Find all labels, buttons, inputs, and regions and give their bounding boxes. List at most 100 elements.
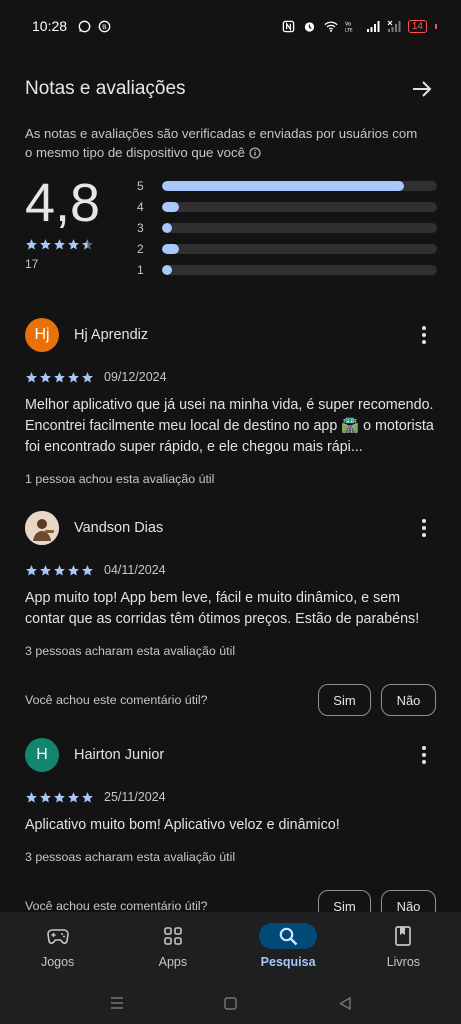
nav-label: Livros — [386, 955, 421, 969]
nav-item-jogos[interactable]: Jogos — [0, 912, 115, 982]
more-options-button[interactable] — [412, 516, 436, 540]
rating-bar-track — [162, 264, 437, 275]
helpful-feedback: Você achou este comentário útil? Sim Não — [25, 684, 436, 716]
review-card: Vandson Dias 04/11/2024 App muito top! App… — [25, 511, 436, 716]
rating-bar-label: 2 — [137, 241, 144, 256]
review-card: Hj Hj Aprendiz 09/12/2024 Melhor aplicativo… — [25, 318, 436, 486]
star-icon — [54, 564, 65, 576]
rating-bar-fill — [162, 222, 172, 233]
rating-bar-track — [162, 201, 437, 212]
star-icon — [82, 791, 93, 803]
review-meta: 09/12/2024 — [25, 369, 436, 385]
star-icon — [82, 371, 93, 383]
more-options-button[interactable] — [412, 323, 436, 347]
helpful-no-button[interactable]: Não — [381, 684, 436, 716]
profile-photo-icon — [25, 511, 59, 545]
rating-bar-row: 2 — [137, 238, 437, 259]
star-icon — [26, 564, 37, 576]
star-icon — [54, 791, 65, 803]
review-date: 04/11/2024 — [104, 563, 166, 577]
square-home-icon — [224, 996, 237, 1010]
whatsapp-business-icon: B — [97, 19, 111, 33]
star-icon — [54, 239, 65, 250]
rating-bar-label: 5 — [137, 178, 144, 193]
avatar-initials: H — [36, 746, 48, 763]
nav-label: Pesquisa — [260, 955, 316, 969]
ratings-header: Notas e avaliações — [25, 72, 436, 106]
recents-button[interactable] — [108, 994, 126, 1012]
review-stars — [25, 564, 94, 577]
see-all-arrow-button[interactable] — [408, 75, 436, 103]
bookmark-book-icon — [374, 923, 432, 949]
star-icon — [68, 371, 79, 383]
reviewer-name: Hairton Junior — [74, 747, 165, 763]
svg-text:Vo: Vo — [345, 21, 351, 27]
review-meta: 04/11/2024 — [25, 562, 436, 578]
review-stars — [25, 791, 94, 804]
nav-item-apps[interactable]: Apps — [115, 912, 230, 982]
star-icon — [26, 791, 37, 803]
helpful-yes-button[interactable]: Sim — [318, 684, 371, 716]
review-text[interactable]: Melhor aplicativo que já usei na minha v… — [25, 395, 436, 458]
svg-text:LTE: LTE — [345, 27, 353, 32]
nav-item-livros[interactable]: Livros — [346, 912, 461, 982]
svg-text:B: B — [102, 23, 106, 31]
star-icon — [40, 371, 51, 383]
average-stars — [25, 238, 125, 251]
gamepad-icon — [29, 923, 87, 949]
star-icon — [82, 239, 93, 250]
section-title: Notas e avaliações — [25, 78, 186, 99]
home-button[interactable] — [222, 994, 240, 1012]
review-header: Hj Hj Aprendiz — [25, 318, 436, 352]
avatar: Hj — [25, 318, 59, 352]
helpful-question: Você achou este comentário útil? — [25, 693, 208, 707]
nav-label: Jogos — [40, 955, 75, 969]
rating-bar-fill — [162, 243, 179, 254]
star-icon — [40, 564, 51, 576]
more-options-button[interactable] — [412, 743, 436, 767]
wifi-icon — [324, 19, 338, 33]
signal-icon — [366, 19, 380, 33]
review-meta: 25/11/2024 — [25, 789, 436, 805]
rating-bar-label: 3 — [137, 220, 144, 235]
helpful-question: Você achou este comentário útil? — [25, 899, 208, 913]
rating-bar-fill — [162, 264, 172, 275]
reviewer-name: Vandson Dias — [74, 520, 164, 536]
apps-grid-icon — [144, 923, 202, 949]
nav-item-pesquisa[interactable]: Pesquisa — [231, 912, 346, 982]
review-stars — [25, 371, 94, 384]
review-header: Vandson Dias — [25, 511, 436, 545]
battery-level: 14 — [411, 20, 423, 32]
rating-bar-fill — [162, 180, 404, 191]
reviewer-name: Hj Aprendiz — [74, 327, 149, 343]
helpful-count: 3 pessoas acharam esta avaliação útil — [25, 850, 236, 864]
rating-bar-track — [162, 222, 437, 233]
star-icon — [82, 564, 93, 576]
review-date: 09/12/2024 — [104, 370, 167, 384]
rating-bar-row: 5 — [137, 175, 437, 196]
menu-lines-icon — [110, 997, 123, 1009]
info-icon[interactable] — [249, 145, 261, 164]
rating-summary: 4,8 17 — [25, 172, 125, 271]
avatar-initials: Hj — [34, 326, 50, 343]
helpful-count: 3 pessoas acharam esta avaliação útil — [25, 644, 236, 658]
average-rating: 4,8 — [25, 173, 101, 233]
rating-bar-label: 4 — [137, 199, 144, 214]
star-icon — [68, 791, 79, 803]
rating-bar-row: 1 — [137, 259, 437, 280]
signal-no-service-icon — [387, 19, 401, 33]
star-icon — [68, 564, 79, 576]
avatar — [25, 511, 59, 545]
back-button[interactable] — [336, 994, 354, 1012]
battery-icon: 14 — [407, 19, 427, 33]
rating-bar-label: 1 — [137, 262, 144, 277]
nav-label: Apps — [158, 955, 188, 969]
review-text[interactable]: Aplicativo muito bom! Aplicativo veloz e… — [25, 815, 436, 836]
review-text[interactable]: App muito top! App bem leve, fácil e mui… — [25, 588, 436, 630]
status-time: 10:28 — [32, 18, 68, 34]
whatsapp-icon — [77, 19, 91, 33]
ratings-count: 17 — [25, 257, 39, 271]
helpful-count: 1 pessoa achou esta avaliação útil — [25, 472, 215, 486]
rating-bar-row: 3 — [137, 217, 437, 238]
star-icon — [40, 791, 51, 803]
